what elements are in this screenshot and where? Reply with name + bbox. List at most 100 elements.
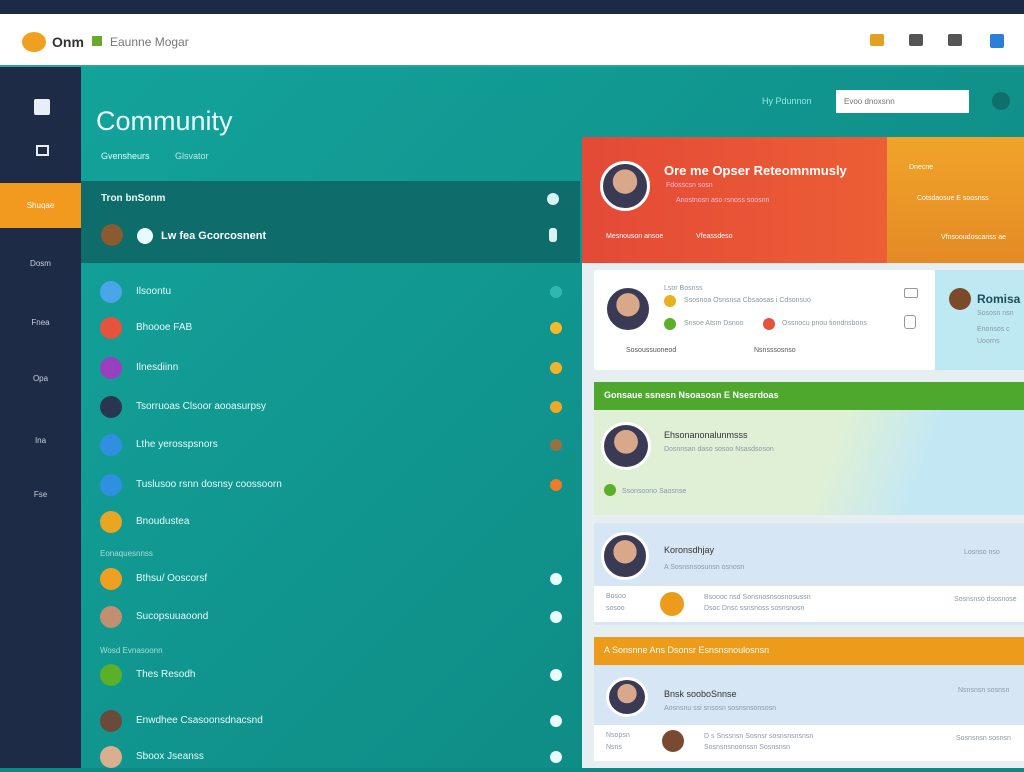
badge-icon	[664, 318, 676, 330]
badge-icon	[763, 318, 775, 330]
status-dot	[550, 751, 562, 763]
settings-icon[interactable]	[547, 193, 559, 205]
hand-icon[interactable]	[904, 315, 916, 329]
row-text: D s Snssnsn Sosnsr sosnsnsnsnsn	[704, 733, 814, 740]
profile-link[interactable]: Hy Pdunnon	[762, 96, 812, 106]
list-item[interactable]: Bthsu/ Ooscorsf	[100, 564, 570, 594]
row-label: Nsopsn	[606, 732, 630, 739]
avatar	[604, 285, 652, 333]
page-title: Community	[96, 106, 233, 136]
member-card[interactable]: Koronsdhjay A Sosnsnsosunsn osnosn Losns…	[594, 523, 1024, 625]
member-name: Lsor Bosnss	[664, 285, 703, 292]
card-title: Ore me Opser Reteomnmusly	[664, 163, 847, 178]
card-footer[interactable]: Mesnouson ansoe	[606, 233, 663, 240]
member-line: Ssosnoa Osnsnsa Cbsaosas i Cdsonsuo	[684, 297, 811, 304]
building-icon[interactable]	[948, 34, 962, 46]
member-card[interactable]: Lsor Bosnss Ssosnoa Osnsnsa Cbsaosas i C…	[594, 270, 935, 370]
stats-card[interactable]: Dnecne Cotsdaosue E soosnss Vfnsooudosca…	[887, 137, 1024, 263]
sidebar-item[interactable]: Fse	[0, 490, 81, 499]
badge-icon	[664, 295, 676, 307]
chat-icon[interactable]	[909, 34, 923, 46]
avatar	[606, 677, 648, 717]
avatar	[600, 161, 650, 211]
featured-card[interactable]: Ore me Opser Reteomnmusly Fdosscsn sosn …	[582, 137, 887, 263]
section-label: Eonaquesnnss	[100, 549, 153, 558]
row-label: sosoo	[606, 605, 625, 612]
member-line: Snsoe Atsm Dsnoo	[684, 320, 744, 327]
featured-label[interactable]: Lw fea Gcorcosnent	[161, 230, 266, 242]
avatar	[949, 288, 971, 310]
member-line: Ossnocu pnou tiondnsbons	[782, 320, 867, 327]
bulb-icon[interactable]	[549, 228, 557, 242]
section-bar[interactable]: A Sonsnne Ans Dsonsr Esnsnsnoulosnsn	[594, 637, 1024, 665]
item-icon	[100, 396, 122, 418]
tag-icon[interactable]	[870, 34, 884, 46]
sidebar-item[interactable]: Ina	[0, 436, 81, 445]
list-item[interactable]: Enwdhee Csasoonsdnacsnd	[100, 706, 570, 736]
row-sub: Sosnsnsnoonssn Sosnsnsn	[704, 744, 790, 751]
message-icon[interactable]	[904, 288, 918, 298]
activity-row[interactable]: Bosoo sosoo Bsoooc nsd Sonsnosnsosnosuss…	[594, 586, 1024, 622]
member-sub: Aosnsnu ssi snsosn sosnsnsonsosn	[664, 705, 777, 712]
item-label: Lthe yerosspsnors	[136, 439, 218, 450]
card-line: Dnecne	[909, 164, 934, 171]
item-icon	[100, 710, 122, 732]
app-icon	[92, 36, 102, 46]
title-bar	[0, 0, 1024, 14]
section-label: Wosd Evnasoonn	[100, 646, 163, 655]
item-label: Sucopsuuaoond	[136, 611, 209, 622]
member-line: Sososn nsn	[977, 310, 1014, 317]
list-item[interactable]: Tsorruoas Clsoor aooasurpsy	[100, 392, 570, 422]
status-dot	[550, 322, 562, 334]
search-input[interactable]	[836, 90, 969, 113]
user-icon[interactable]	[992, 92, 1010, 110]
breadcrumb-item[interactable]: Gvensheurs	[101, 151, 150, 161]
item-icon	[100, 474, 122, 496]
member-footer[interactable]: Nsnsssosnso	[754, 347, 796, 354]
member-card-preview[interactable]: Romisa Sososn nsn Enonsos c Uoorns	[935, 270, 1024, 370]
member-footer[interactable]: Sosoussuoneod	[626, 347, 676, 354]
row-label: Nsns	[606, 744, 622, 751]
panel-title: Tron bnSonm	[101, 193, 166, 204]
dashboard-icon[interactable]	[34, 99, 50, 115]
row-meta: Sosnsnsn sosnsn	[956, 735, 1011, 742]
status-dot	[550, 611, 562, 623]
avatar	[601, 532, 649, 580]
list-item[interactable]: Sucopsuuaoond	[100, 602, 570, 632]
green-section: Gonsaue ssnesn Nsoasosn E Nsesrdoas Ehso…	[594, 382, 1024, 515]
card-sub: Anostnosn aso rsnoss soosnn	[676, 197, 770, 204]
list-item[interactable]: Bhoooe FAB	[100, 313, 570, 343]
list-item[interactable]: Ilsoontu	[100, 277, 570, 307]
member-name: Koronsdhjay	[664, 545, 715, 555]
list-item[interactable]: Bnoudustea	[100, 507, 570, 537]
item-icon	[100, 746, 122, 768]
status-dot	[550, 362, 562, 374]
member-name: Bnsk sooboSnnse	[664, 689, 737, 699]
list-item[interactable]: Thes Resodh	[100, 660, 570, 690]
member-line: Enonsos c	[977, 326, 1010, 333]
member-line: Uoorns	[977, 338, 1000, 345]
section-bar[interactable]: Gonsaue ssnesn Nsoasosn E Nsesrdoas	[594, 382, 1024, 410]
card-footer[interactable]: Vfnsooudoscanss ae	[941, 234, 1006, 241]
chart-icon[interactable]	[36, 145, 49, 156]
card-footer[interactable]: Vfeassdeso	[696, 233, 733, 240]
window-icon[interactable]	[990, 34, 1004, 48]
sidebar-item[interactable]: Dosm	[0, 259, 81, 268]
list-item[interactable]: Ilnesdiinn	[100, 353, 570, 383]
sidebar-item-label[interactable]: Shuqae	[0, 201, 81, 210]
row-sub: Dsoc Dnsc ssnsnoss sosnsnosn	[704, 605, 805, 612]
sidebar-item[interactable]: Fnea	[0, 318, 81, 327]
item-label: Thes Resodh	[136, 669, 196, 680]
item-label: Ilnesdiinn	[136, 362, 179, 373]
status-dot	[550, 669, 562, 681]
member-name: Romisa	[977, 292, 1021, 306]
card-sub: Fdosscsn sosn	[666, 182, 713, 189]
activity-row[interactable]: Nsopsn Nsns D s Snssnsn Sosnsr sosnsnsns…	[594, 725, 1024, 761]
list-item[interactable]: Lthe yerosspsnors	[100, 430, 570, 460]
status-dot	[550, 715, 562, 727]
logo-icon[interactable]	[22, 32, 46, 52]
sidebar-item[interactable]: Opa	[0, 374, 81, 383]
item-label: Bnoudustea	[136, 516, 190, 527]
list-item[interactable]: Tuslusoo rsnn dosnsy coossoorn	[100, 470, 570, 500]
breadcrumb-item[interactable]: Glsvator	[175, 151, 209, 161]
